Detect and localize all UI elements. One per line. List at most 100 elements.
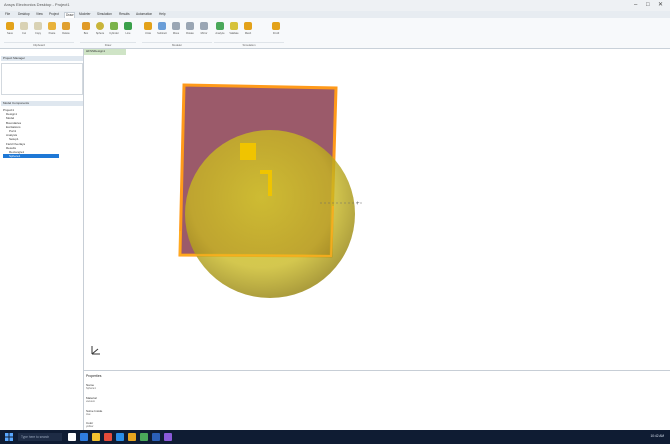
property-row[interactable]: Name Sphere1 — [86, 383, 96, 390]
mirror-button[interactable]: Mirror — [198, 21, 210, 40]
property-row[interactable]: Color yellow — [86, 421, 93, 428]
ribbon-toolbar: Save Cut Copy Paste Delete Box Sphere Cy… — [0, 18, 670, 49]
scene-svg: + — [91, 83, 364, 355]
mail-icon[interactable] — [116, 433, 124, 441]
box-label: Box — [83, 32, 89, 35]
fit-all-button[interactable]: Fit All — [270, 21, 282, 40]
sphere-button[interactable]: Sphere — [94, 21, 106, 40]
cylinder-button[interactable]: Cylinder — [108, 21, 120, 40]
modeler-viewport[interactable]: + — [84, 56, 670, 369]
project-manager-header: Project Manager — [1, 56, 83, 61]
save-icon — [6, 22, 14, 30]
cut-icon — [20, 22, 28, 30]
tab-modeler[interactable]: Modeler — [78, 12, 92, 17]
line-icon — [124, 22, 132, 30]
analyze-icon — [216, 22, 224, 30]
mesh-label: Mesh — [244, 32, 252, 35]
unite-label: Unite — [144, 32, 152, 35]
axis-marker-icon: + — [356, 201, 360, 207]
copy-label: Copy — [34, 32, 42, 35]
windows-start-icon[interactable] — [5, 433, 13, 441]
subtract-label: Subtract — [157, 32, 167, 35]
cut-label: Cut — [21, 32, 27, 35]
paste-label: Paste — [48, 32, 56, 35]
move-label: Move — [172, 32, 180, 35]
project-list[interactable] — [1, 63, 83, 95]
tab-help[interactable]: Help — [158, 12, 167, 17]
property-value: yellow — [86, 425, 94, 428]
tab-project[interactable]: Project — [48, 12, 60, 17]
property-value: Sphere1 — [86, 387, 96, 390]
validate-label: Validate — [229, 32, 239, 35]
chrome-icon[interactable] — [104, 433, 112, 441]
property-row[interactable]: Material vacuum — [86, 396, 97, 403]
teams-icon[interactable] — [164, 433, 172, 441]
line-button[interactable]: Line — [122, 21, 134, 40]
save-button[interactable]: Save — [4, 21, 16, 40]
subtract-icon — [158, 22, 166, 30]
save-label: Save — [7, 32, 13, 35]
paste-icon — [48, 22, 56, 30]
tab-view[interactable]: View — [35, 12, 44, 17]
subtract-button[interactable]: Subtract — [156, 21, 168, 40]
rotate-button[interactable]: Rotate — [184, 21, 196, 40]
cylinder-icon — [110, 22, 118, 30]
tab-simulation[interactable]: Simulation — [96, 12, 113, 17]
ansys-icon[interactable] — [128, 433, 136, 441]
file-explorer-icon[interactable] — [92, 433, 100, 441]
tree-node-selected[interactable]: Sphere1 — [3, 154, 59, 159]
triad-icon — [91, 346, 100, 355]
design-tab[interactable]: HFSSDesign1 — [84, 49, 126, 55]
sphere-label: Sphere — [95, 32, 105, 35]
maximize-button[interactable]: □ — [646, 2, 650, 8]
unite-icon — [144, 22, 152, 30]
cut-button[interactable]: Cut — [18, 21, 30, 40]
box-icon — [82, 22, 90, 30]
properties-heading: Properties — [86, 374, 102, 378]
ribbon-tabs: File Desktop View Project Draw Modeler S… — [0, 11, 670, 18]
taskbar: Type here to search 10:42 AM — [0, 430, 670, 444]
task-view-icon[interactable] — [68, 433, 76, 441]
analyze-label: Analyze — [215, 32, 225, 35]
move-icon — [172, 22, 180, 30]
group-modeler: Modeler — [142, 42, 212, 47]
fit-all-label: Fit All — [272, 32, 280, 35]
rotate-label: Rotate — [186, 32, 194, 35]
word-icon[interactable] — [152, 433, 160, 441]
minimize-button[interactable]: – — [634, 2, 637, 8]
tab-file[interactable]: File — [4, 12, 11, 17]
mirror-icon — [200, 22, 208, 30]
sphere-icon — [96, 22, 104, 30]
box-button[interactable]: Box — [80, 21, 92, 40]
mesh-button[interactable]: Mesh — [242, 21, 254, 40]
tab-automation[interactable]: Automation — [135, 12, 153, 17]
rotate-icon — [186, 22, 194, 30]
copy-icon — [34, 22, 42, 30]
clock[interactable]: 10:42 AM — [651, 434, 664, 438]
unite-button[interactable]: Unite — [142, 21, 154, 40]
properties-pane: Properties Name Sphere1 Material vacuum … — [84, 370, 670, 431]
validate-button[interactable]: Validate — [228, 21, 240, 40]
validate-icon — [230, 22, 238, 30]
delete-button[interactable]: Delete — [60, 21, 72, 40]
project-manager-pane: Project Manager Model Components Project… — [0, 49, 84, 430]
taskbar-search[interactable]: Type here to search — [18, 433, 62, 441]
tab-desktop[interactable]: Desktop — [17, 12, 31, 17]
model-tree: Project1 Design1 Model Boundaries Excita… — [3, 108, 81, 159]
property-row[interactable]: Solve Inside true — [86, 409, 102, 416]
delete-label: Delete — [62, 32, 70, 35]
move-button[interactable]: Move — [170, 21, 182, 40]
edge-icon[interactable] — [80, 433, 88, 441]
copy-button[interactable]: Copy — [32, 21, 44, 40]
fit-all-icon — [272, 22, 280, 30]
tab-results[interactable]: Results — [118, 12, 131, 17]
sphere-object[interactable] — [185, 130, 355, 298]
paste-button[interactable]: Paste — [46, 21, 58, 40]
group-draw: Draw — [80, 42, 136, 47]
feed-pad[interactable] — [240, 143, 256, 160]
mesh-icon — [244, 22, 252, 30]
close-button[interactable]: ✕ — [658, 2, 663, 8]
cylinder-label: Cylinder — [109, 32, 119, 35]
analyze-button[interactable]: Analyze — [214, 21, 226, 40]
excel-icon[interactable] — [140, 433, 148, 441]
